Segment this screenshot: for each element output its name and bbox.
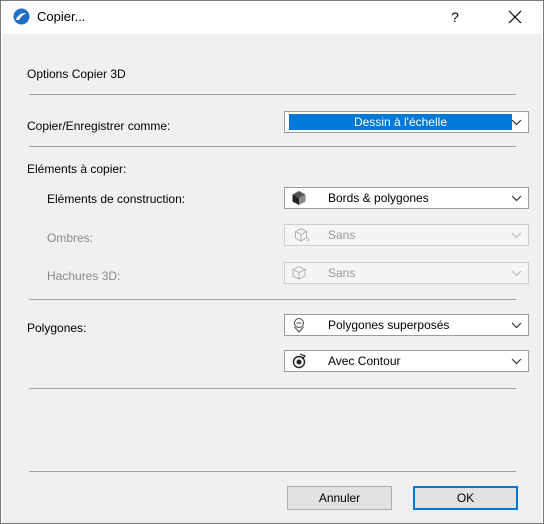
construction-label: Eléments de construction: (47, 192, 186, 206)
cube-shadow-icon (294, 227, 310, 242)
help-button[interactable]: ? (444, 5, 466, 29)
copy-as-value: Dessin à l'échelle (289, 114, 512, 130)
divider (29, 146, 516, 147)
divider (29, 471, 516, 472)
divider (29, 94, 516, 95)
contour-select[interactable]: Avec Contour (284, 350, 529, 372)
section-title: Options Copier 3D (27, 67, 126, 81)
dialog-body: Options Copier 3D Copier/Enregistrer com… (2, 34, 542, 523)
elements-heading: Eléments à copier: (27, 162, 127, 176)
divider (29, 299, 516, 300)
copy-as-select[interactable]: Dessin à l'échelle (284, 111, 529, 133)
polygons-value: Polygones superposés (328, 318, 450, 332)
polygons-label: Polygones: (27, 321, 87, 335)
divider (29, 388, 516, 389)
construction-select[interactable]: Bords & polygones (284, 187, 529, 209)
cube-shaded-icon (292, 191, 306, 205)
chevron-down-icon (511, 119, 522, 126)
archicad-logo-icon (13, 8, 30, 25)
chevron-down-icon (511, 232, 522, 239)
shadows-value: Sans (328, 228, 356, 242)
ok-button[interactable]: OK (413, 486, 518, 510)
chevron-down-icon (511, 195, 522, 202)
cancel-button[interactable]: Annuler (287, 486, 392, 510)
title-bar: Copier... ? (1, 1, 543, 33)
chevron-down-icon (511, 270, 522, 277)
shadows-label: Ombres: (47, 231, 94, 245)
hatches-value: Sans (328, 266, 356, 280)
overlap-polygons-icon (294, 318, 304, 333)
close-icon[interactable] (503, 5, 527, 29)
window-title: Copier... (37, 9, 86, 24)
hatches-label: Hachures 3D: (47, 269, 121, 283)
shadows-select[interactable]: Sans (284, 224, 529, 246)
chevron-down-icon (511, 358, 522, 365)
copy-as-label: Copier/Enregistrer comme: (27, 119, 171, 133)
construction-value: Bords & polygones (328, 191, 429, 205)
hatches-select[interactable]: Sans (284, 262, 529, 284)
cube-wireframe-icon (291, 265, 307, 280)
chevron-down-icon (511, 322, 522, 329)
contour-icon (292, 353, 307, 369)
contour-value: Avec Contour (328, 354, 401, 368)
copy-dialog: Copier... ? Options Copier 3D Copier/Enr… (0, 0, 544, 524)
polygons-select[interactable]: Polygones superposés (284, 314, 529, 336)
